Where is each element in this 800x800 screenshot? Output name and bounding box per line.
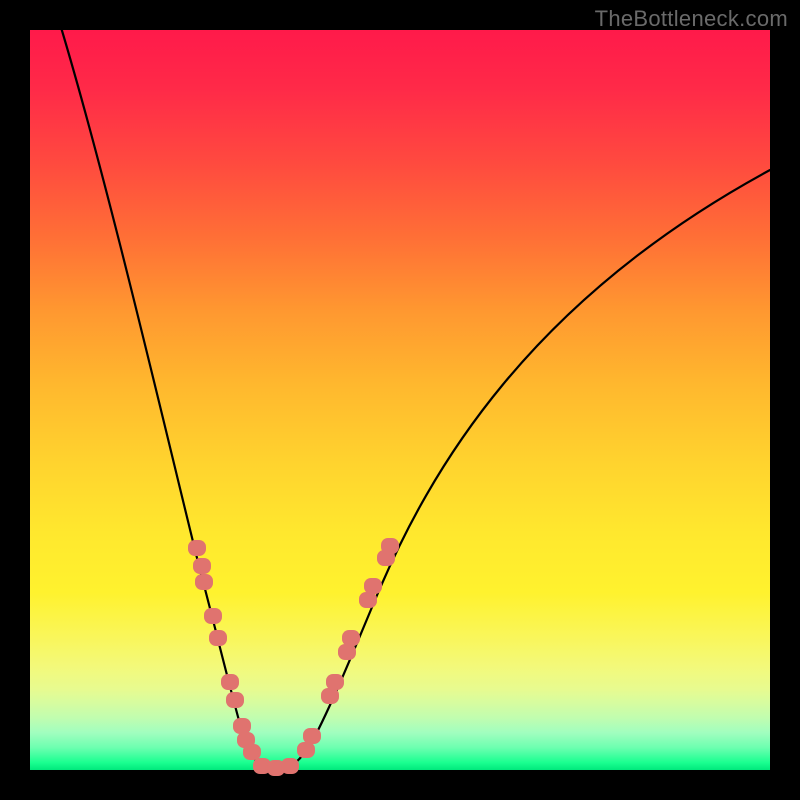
marker-dot (188, 540, 206, 556)
marker-dot (303, 728, 321, 744)
curve-right (276, 170, 770, 769)
curve-layer (30, 30, 770, 770)
plot-area (30, 30, 770, 770)
marker-dot (193, 558, 211, 574)
marker-dot (221, 674, 239, 690)
marker-dot (195, 574, 213, 590)
marker-dots (188, 538, 399, 776)
marker-dot (281, 758, 299, 774)
marker-dot (243, 744, 261, 760)
marker-dot (204, 608, 222, 624)
marker-dot (297, 742, 315, 758)
marker-dot (233, 718, 251, 734)
marker-dot (321, 688, 339, 704)
marker-dot (326, 674, 344, 690)
curve-left (60, 24, 276, 769)
marker-dot (209, 630, 227, 646)
marker-dot (226, 692, 244, 708)
watermark-text: TheBottleneck.com (595, 6, 788, 32)
marker-dot (364, 578, 382, 594)
marker-dot (359, 592, 377, 608)
marker-dot (338, 644, 356, 660)
marker-dot (381, 538, 399, 554)
marker-dot (342, 630, 360, 646)
chart-frame: TheBottleneck.com (0, 0, 800, 800)
